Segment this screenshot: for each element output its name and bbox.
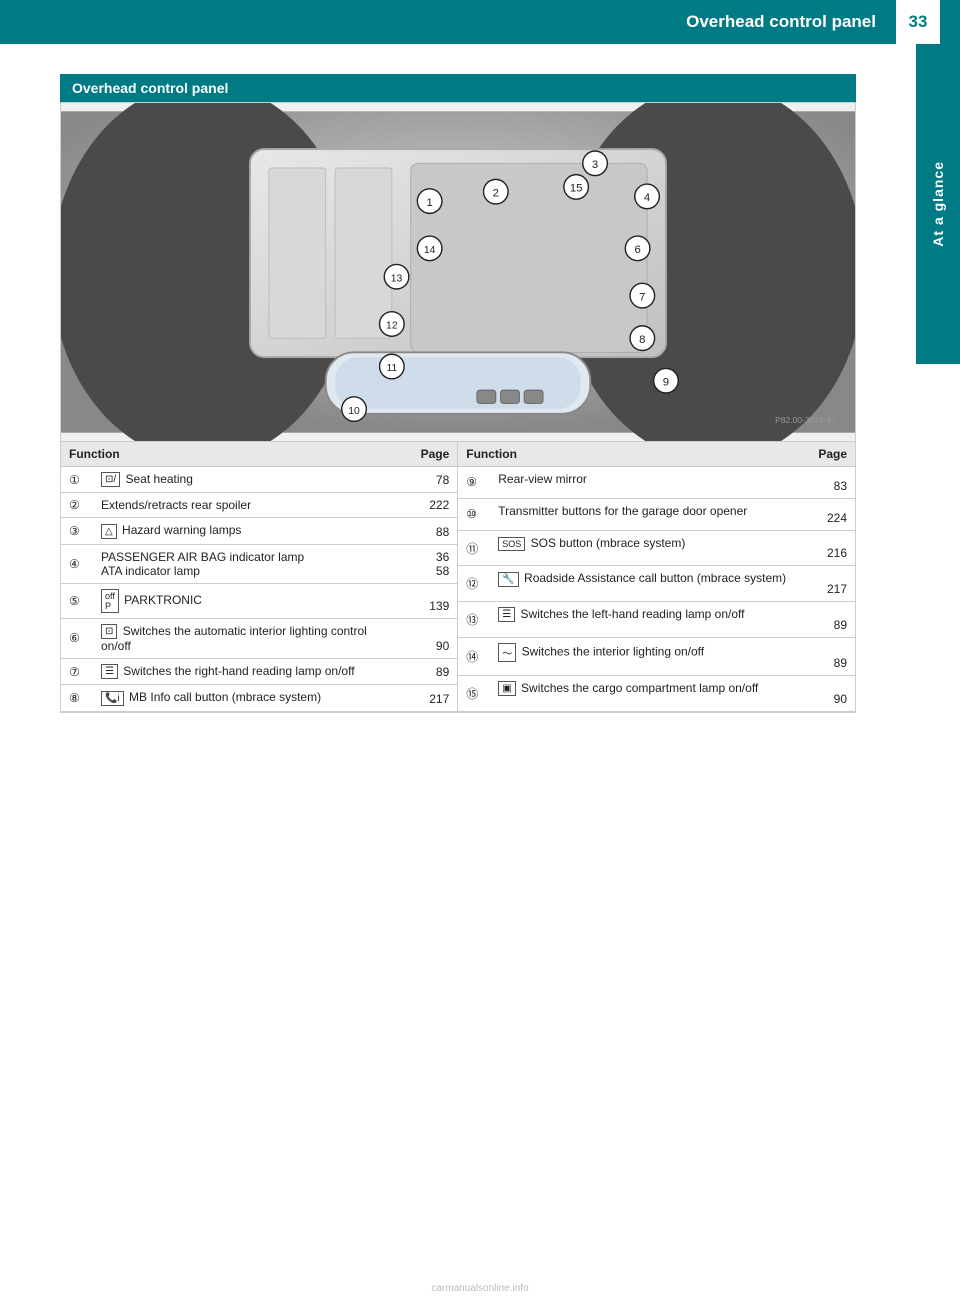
left-table: Function Page ① ⊡/ Seat heating 78 ② Ext… — [61, 442, 458, 712]
table-row: ⑩ Transmitter buttons for the garage doo… — [458, 498, 855, 530]
row-function: ▣ Switches the cargo compartment lamp on… — [490, 675, 805, 711]
row-function: 〜 Switches the interior lighting on/off — [490, 637, 805, 675]
left-table-page-header: Page — [408, 442, 458, 467]
watermark: carmanualsonline.info — [431, 1283, 528, 1294]
row-page: 78 — [408, 467, 458, 493]
row-page: 217 — [408, 685, 458, 711]
row-page: 90 — [408, 618, 458, 658]
table-row: ⑤ offP PARKTRONIC 139 — [61, 583, 458, 618]
row-function: Rear-view mirror — [490, 467, 805, 499]
right-table: Function Page ⑨ Rear-view mirror 83 ⑩ Tr… — [458, 442, 855, 712]
table-row: ⑦ ☰ Switches the right-hand reading lamp… — [61, 658, 458, 684]
row-page: 88 — [408, 518, 458, 544]
svg-text:11: 11 — [386, 363, 397, 374]
svg-text:2: 2 — [493, 187, 499, 199]
diagram-container: 1 2 3 4 15 14 13 6 — [60, 102, 856, 442]
row-page: 83 — [805, 467, 855, 499]
svg-text:P82.00-3015-31: P82.00-3015-31 — [775, 415, 836, 425]
table-row: ① ⊡/ Seat heating 78 — [61, 467, 458, 493]
row-number: ⑫ — [458, 566, 490, 602]
row-number: ⑧ — [61, 685, 93, 711]
right-table-page-header: Page — [805, 442, 855, 467]
svg-text:9: 9 — [663, 376, 669, 388]
row-number: ⑩ — [458, 498, 490, 530]
row-page: 139 — [408, 583, 458, 618]
diagram-svg: 1 2 3 4 15 14 13 6 — [61, 103, 855, 441]
row-number: ⑦ — [61, 658, 93, 684]
header-title: Overhead control panel — [686, 12, 876, 32]
svg-text:12: 12 — [386, 321, 398, 332]
page-number: 33 — [896, 0, 940, 44]
table-row: ⑧ 📞i MB Info call button (mbrace system)… — [61, 685, 458, 711]
right-table-function-header: Function — [458, 442, 805, 467]
row-number: ② — [61, 493, 93, 518]
row-page: 224 — [805, 498, 855, 530]
table-row: ⑫ 🔧 Roadside Assistance call button (mbr… — [458, 566, 855, 602]
svg-text:7: 7 — [639, 291, 645, 303]
row-function: ⊡ Switches the automatic interior lighti… — [93, 618, 408, 658]
row-number: ⑮ — [458, 675, 490, 711]
row-page: 89 — [408, 658, 458, 684]
table-row: ⑬ ☰ Switches the left-hand reading lamp … — [458, 602, 855, 638]
svg-text:4: 4 — [644, 192, 650, 204]
row-number: ③ — [61, 518, 93, 544]
row-function: Extends/retracts rear spoiler — [93, 493, 408, 518]
tables-container: Function Page ① ⊡/ Seat heating 78 ② Ext… — [60, 442, 856, 713]
row-number: ⑨ — [458, 467, 490, 499]
row-page: 89 — [805, 637, 855, 675]
svg-text:6: 6 — [634, 244, 640, 256]
svg-text:13: 13 — [391, 273, 403, 284]
row-page: 3658 — [408, 544, 458, 583]
svg-text:14: 14 — [424, 245, 436, 256]
table-row: ④ PASSENGER AIR BAG indicator lampATA in… — [61, 544, 458, 583]
row-number: ⑪ — [458, 530, 490, 566]
row-function: △ Hazard warning lamps — [93, 518, 408, 544]
side-tab: At a glance — [916, 44, 960, 364]
row-function: offP PARKTRONIC — [93, 583, 408, 618]
row-page: 90 — [805, 675, 855, 711]
row-function: ☰ Switches the right-hand reading lamp o… — [93, 658, 408, 684]
row-function: 📞i MB Info call button (mbrace system) — [93, 685, 408, 711]
row-page: 216 — [805, 530, 855, 566]
side-tab-label: At a glance — [930, 161, 946, 247]
left-table-function-header: Function — [61, 442, 408, 467]
svg-text:1: 1 — [426, 197, 432, 209]
svg-text:8: 8 — [639, 334, 645, 346]
top-header: Overhead control panel 33 — [0, 0, 960, 44]
table-row: ⑮ ▣ Switches the cargo compartment lamp … — [458, 675, 855, 711]
row-function: ☰ Switches the left-hand reading lamp on… — [490, 602, 805, 638]
row-number: ⑬ — [458, 602, 490, 638]
row-function: 🔧 Roadside Assistance call button (mbrac… — [490, 566, 805, 602]
table-row: ③ △ Hazard warning lamps 88 — [61, 518, 458, 544]
row-function: SOS SOS button (mbrace system) — [490, 530, 805, 566]
row-number: ① — [61, 467, 93, 493]
section-header: Overhead control panel — [60, 74, 856, 102]
row-number: ⑤ — [61, 583, 93, 618]
row-function: ⊡/ Seat heating — [93, 467, 408, 493]
row-number: ④ — [61, 544, 93, 583]
row-page: 89 — [805, 602, 855, 638]
row-function: PASSENGER AIR BAG indicator lampATA indi… — [93, 544, 408, 583]
svg-text:3: 3 — [592, 159, 598, 171]
table-row: ⑭ 〜 Switches the interior lighting on/of… — [458, 637, 855, 675]
row-number: ⑥ — [61, 618, 93, 658]
row-page: 222 — [408, 493, 458, 518]
svg-text:10: 10 — [348, 406, 360, 417]
svg-text:15: 15 — [570, 183, 583, 195]
table-row: ⑪ SOS SOS button (mbrace system) 216 — [458, 530, 855, 566]
main-content: Overhead control panel — [0, 44, 916, 743]
table-row: ⑥ ⊡ Switches the automatic interior ligh… — [61, 618, 458, 658]
row-page: 217 — [805, 566, 855, 602]
row-function: Transmitter buttons for the garage door … — [490, 498, 805, 530]
row-number: ⑭ — [458, 637, 490, 675]
table-row: ② Extends/retracts rear spoiler 222 — [61, 493, 458, 518]
table-row: ⑨ Rear-view mirror 83 — [458, 467, 855, 499]
